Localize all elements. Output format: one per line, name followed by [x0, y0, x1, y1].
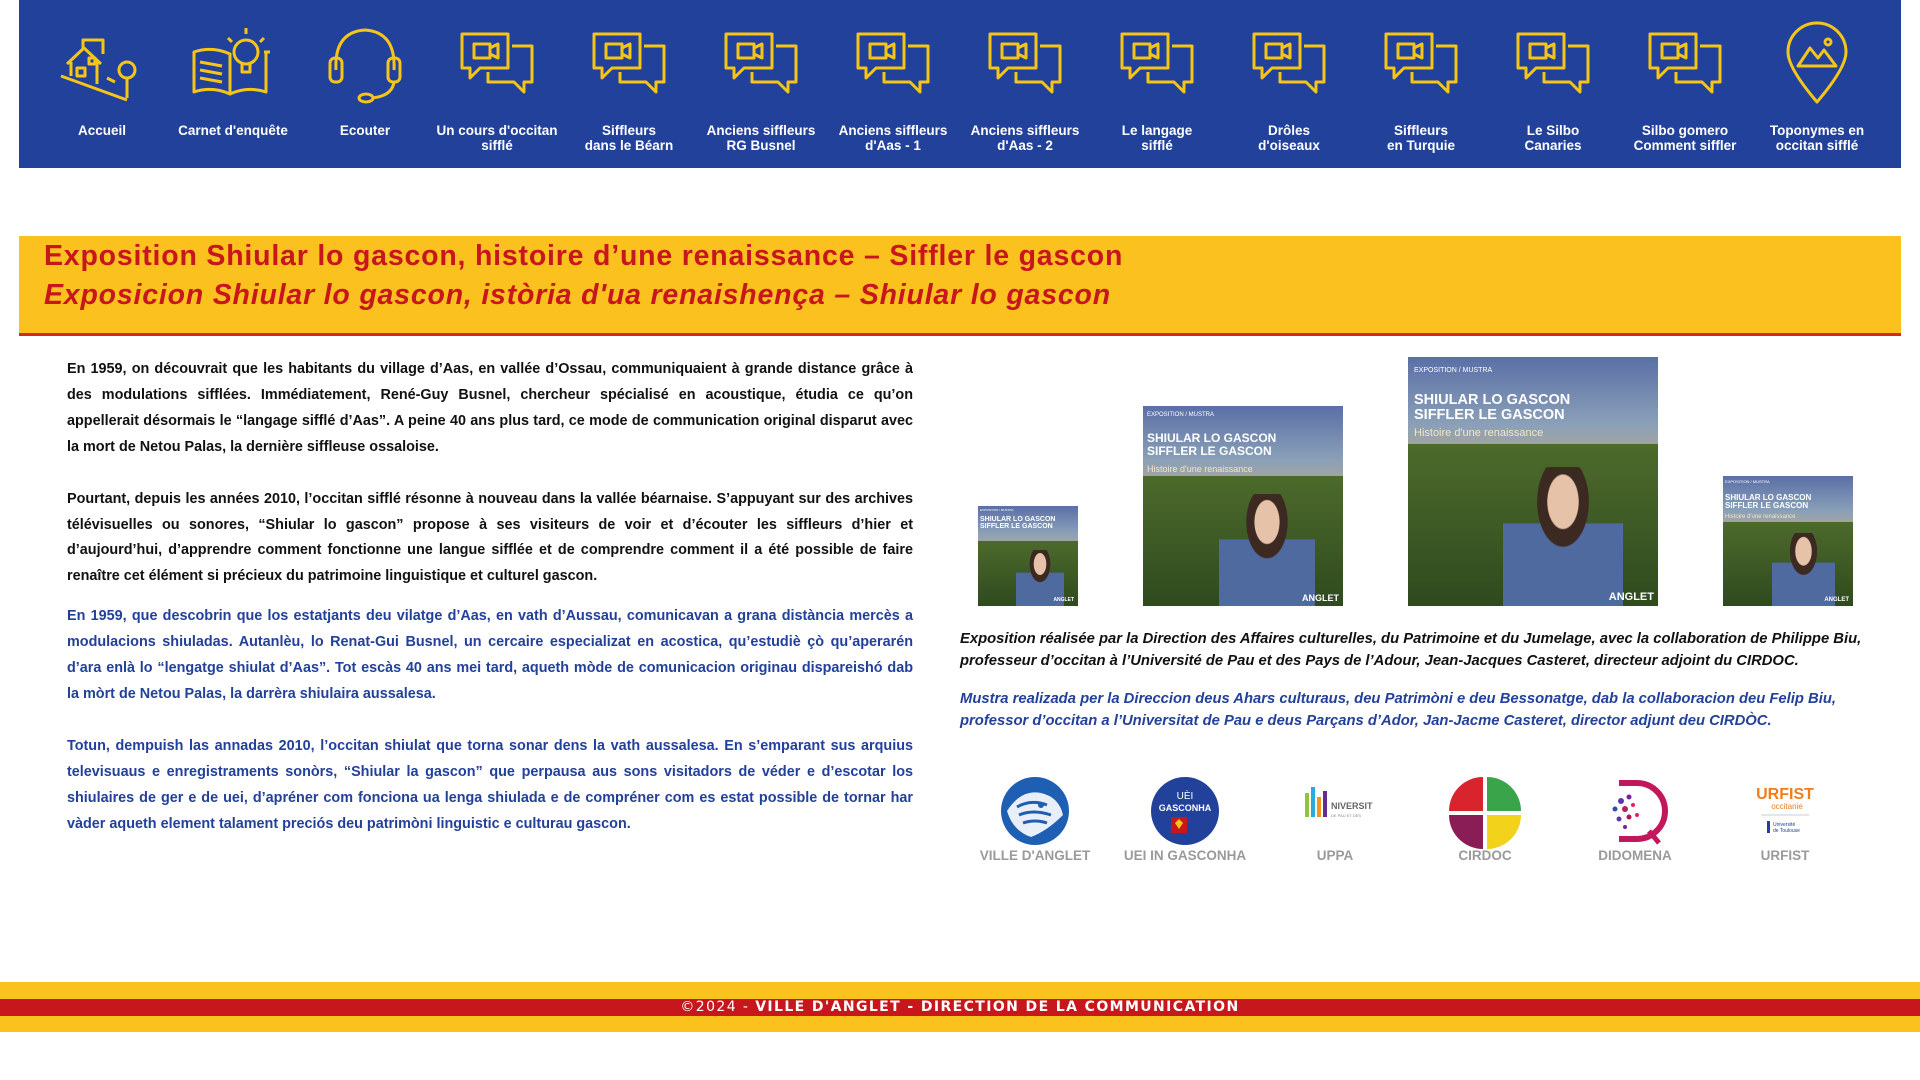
nav-anciens-aas-2[interactable]: Anciens siffleurs d'Aas - 2	[959, 0, 1091, 168]
video-chat-icon	[716, 18, 806, 108]
footer-band: ©2024 - VILLE D'ANGLET - DIRECTION DE LA…	[0, 999, 1920, 1016]
paragraph-french-2: Pourtant, depuis les années 2010, l’occi…	[67, 490, 913, 585]
intro-text: En 1959, on découvrait que les habitants…	[67, 357, 913, 838]
credit-french: Exposition réalisée par la Direction des…	[960, 631, 1862, 669]
nav-accueil[interactable]: Accueil	[36, 0, 168, 168]
video-chat-icon	[584, 18, 674, 108]
map-pin-mountain-icon	[1772, 18, 1862, 108]
footer-copyright: ©2024 - VILLE D'ANGLET - DIRECTION DE LA…	[680, 999, 1240, 1015]
urfist-logo: URFIST occitanie Université de Toulouse	[1747, 775, 1823, 851]
book-lightbulb-icon	[188, 18, 278, 108]
nav-siffleurs-turquie[interactable]: Siffleurs en Turquie	[1355, 0, 1487, 168]
house-hill-icon	[57, 18, 147, 108]
paragraph-occitan-1: En 1959, que descobrin que los estatjant…	[67, 608, 913, 702]
uppa-logo: NIVERSITÉ DE PAU ET DES	[1297, 775, 1379, 851]
nav-langage-siffle[interactable]: Le langage sifflé	[1091, 0, 1223, 168]
nav-cours-occitan[interactable]: Un cours d'occitan sifflé	[431, 0, 563, 168]
svg-text:occitanie: occitanie	[1771, 802, 1803, 811]
cirdoc-logo	[1447, 775, 1523, 851]
partner-urfist[interactable]: URFIST occitanie Université de Toulouse …	[1710, 775, 1860, 871]
paragraph-occitan-2: Totun, dempuish las annadas 2010, l’occi…	[67, 737, 913, 832]
video-chat-icon	[848, 18, 938, 108]
nav-siffleurs-bearn[interactable]: Siffleurs dans le Béarn	[563, 0, 695, 168]
svg-text:NIVERSITÉ: NIVERSITÉ	[1331, 801, 1373, 811]
nav-carnet[interactable]: Carnet d'enquête	[167, 0, 299, 168]
headset-icon	[320, 18, 410, 108]
ville-anglet-logo	[997, 775, 1073, 851]
page-title-occitan: Exposicion Shiular lo gascon, istòria d'…	[44, 279, 1111, 311]
partner-ville-anglet[interactable]: VILLE D'ANGLET	[960, 775, 1110, 871]
exhibition-poster-small-left[interactable]: EXPOSITION / MUSTRA SHIULAR LO GASCON SIF…	[978, 506, 1078, 606]
video-chat-icon	[1376, 18, 1466, 108]
partner-uppa[interactable]: NIVERSITÉ DE PAU ET DES UPPA	[1260, 775, 1410, 871]
nav-ecouter[interactable]: Ecouter	[299, 0, 431, 168]
exhibition-poster-small-right[interactable]: EXPOSITION / MUSTRA SHIULAR LO GASCON SIF…	[1723, 476, 1853, 606]
exhibition-credit: Exposition réalisée par la Direction des…	[960, 628, 1890, 732]
nav-anciens-aas-1[interactable]: Anciens siffleurs d'Aas - 1	[827, 0, 959, 168]
video-chat-icon	[1640, 18, 1730, 108]
partner-uei-gasconha[interactable]: UÈI GASCONHA UEI IN GASCONHA	[1110, 775, 1260, 871]
svg-text:de Toulouse: de Toulouse	[1773, 828, 1800, 834]
nav-droles-oiseaux[interactable]: Drôles d'oiseaux	[1223, 0, 1355, 168]
exhibition-poster-medium[interactable]: EXPOSITION / MUSTRA SHIULAR LO GASCON SIF…	[1143, 406, 1343, 606]
nav-toponymes[interactable]: Toponymes en occitan sifflé	[1751, 0, 1883, 168]
exhibition-poster-large[interactable]: EXPOSITION / MUSTRA SHIULAR LO GASCON SIF…	[1408, 357, 1658, 606]
svg-text:DE PAU ET DES: DE PAU ET DES	[1331, 813, 1361, 818]
top-navigation: Accueil Carnet d'enquête Ecouter Un cour…	[19, 0, 1901, 168]
didomena-logo	[1597, 775, 1673, 851]
paragraph-french-1: En 1959, on découvrait que les habitants…	[67, 361, 913, 455]
svg-text:GASCONHA: GASCONHA	[1159, 803, 1212, 813]
video-chat-icon	[980, 18, 1070, 108]
video-chat-icon	[1244, 18, 1334, 108]
uei-gasconha-logo: UÈI GASCONHA	[1147, 775, 1223, 851]
video-chat-icon	[1112, 18, 1202, 108]
credit-occitan: Mustra realizada per la Direccion deus A…	[960, 691, 1836, 729]
video-chat-icon	[1508, 18, 1598, 108]
title-banner: Exposition Shiular lo gascon, histoire d…	[19, 236, 1901, 336]
video-chat-icon	[452, 18, 542, 108]
partner-cirdoc[interactable]: CIRDOC	[1410, 775, 1560, 871]
nav-silbo-canaries[interactable]: Le Silbo Canaries	[1487, 0, 1619, 168]
svg-text:URFIST: URFIST	[1756, 786, 1814, 803]
nav-silbo-gomero[interactable]: Silbo gomero Comment siffler	[1619, 0, 1751, 168]
partner-didomena[interactable]: DIDOMENA	[1560, 775, 1710, 871]
svg-text:UÈI: UÈI	[1177, 789, 1194, 802]
nav-anciens-busnel[interactable]: Anciens siffleurs RG Busnel	[695, 0, 827, 168]
page-title-french: Exposition Shiular lo gascon, histoire d…	[44, 240, 1124, 272]
footer: ©2024 - VILLE D'ANGLET - DIRECTION DE LA…	[0, 982, 1920, 1032]
